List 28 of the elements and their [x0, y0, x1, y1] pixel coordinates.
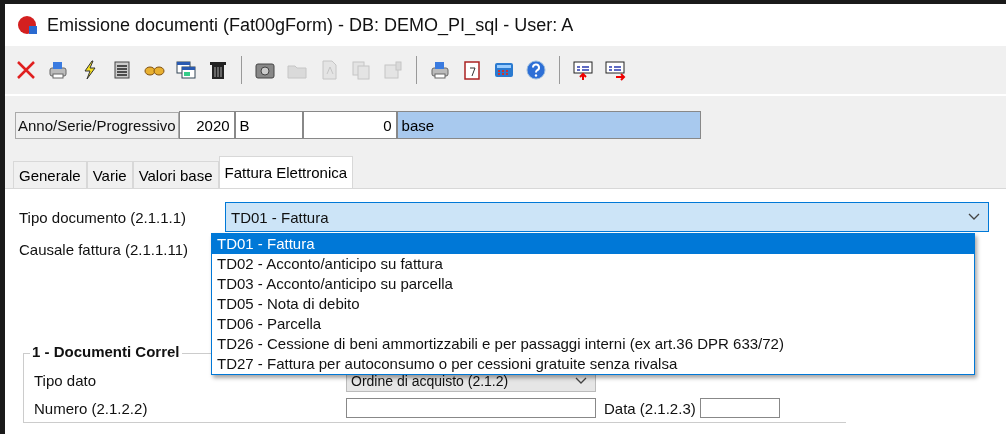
- dropdown-option[interactable]: TD26 - Cessione di beni ammortizzabili e per passaggi interni (ex art.36 DPR 633/72): [212, 334, 974, 354]
- window-title: Emissione documenti (Fat00gForm) - DB: DEMO_PI_sql - User: A: [47, 14, 574, 36]
- date-input[interactable]: [699, 398, 780, 418]
- document-type-dropdown[interactable]: TD01 - Fattura: [225, 202, 989, 232]
- description-field[interactable]: base: [396, 111, 701, 139]
- field-label: Anno/Serie/Progressivo: [15, 111, 179, 139]
- number-field[interactable]: 0: [302, 111, 397, 139]
- number-input[interactable]: [346, 398, 596, 418]
- field-label: Tipo dato: [34, 371, 97, 389]
- app-logo-icon: [17, 14, 39, 36]
- series-field[interactable]: B: [234, 111, 303, 139]
- tab[interactable]: Varie: [86, 161, 133, 188]
- help-icon[interactable]: [523, 57, 549, 83]
- tab[interactable]: Fattura Elettronica: [218, 156, 354, 188]
- dropdown-option[interactable]: TD02 - Acconto/anticipo su fattura: [212, 254, 974, 274]
- dropdown-option[interactable]: TD05 - Nota di debito: [212, 294, 974, 314]
- dropdown-option[interactable]: TD01 - Fattura: [212, 234, 974, 254]
- tab[interactable]: Valori base: [132, 161, 219, 188]
- field-label: Numero (2.1.2.2): [34, 399, 149, 417]
- tab[interactable]: Generale: [13, 161, 87, 188]
- field-label: Tipo documento (2.1.1.1): [19, 208, 188, 226]
- field-label: Data (2.1.2.3): [604, 399, 696, 417]
- dropdown-option[interactable]: TD06 - Parcella: [212, 314, 974, 334]
- chevron-down-icon: [575, 377, 587, 385]
- dropdown-option[interactable]: TD03 - Acconto/anticipo su parcella: [212, 274, 974, 294]
- year-field[interactable]: 2020: [178, 111, 235, 139]
- chevron-down-icon: [968, 213, 980, 221]
- group-title: 1 - Documenti Correl: [30, 343, 182, 360]
